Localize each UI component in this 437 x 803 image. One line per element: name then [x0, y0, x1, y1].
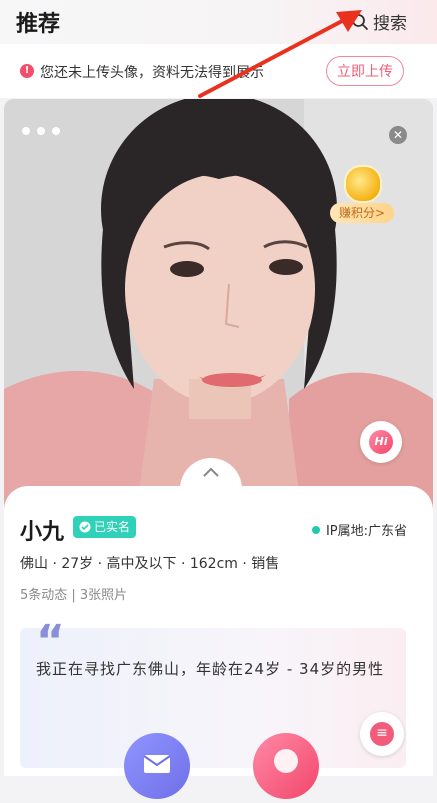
upload-now-button[interactable]: 立即上传: [326, 56, 404, 86]
avatar-notice-bar: ! 您还未上传头像，资料无法得到展示 立即上传: [0, 44, 437, 98]
message-button[interactable]: [124, 733, 190, 799]
notice-text: 您还未上传头像，资料无法得到展示: [40, 65, 264, 81]
top-bar: 推荐 搜索: [0, 0, 437, 44]
online-dot-icon: [311, 525, 320, 534]
close-icon[interactable]: ✕: [389, 126, 407, 144]
say-hi-button[interactable]: [253, 733, 319, 799]
mail-icon: [143, 755, 171, 773]
page-title: 推荐: [16, 12, 61, 37]
hi-button[interactable]: Hi: [360, 421, 402, 463]
intro-card: [20, 628, 406, 768]
ip-location-text: IP属地:广东省: [325, 524, 407, 539]
warning-icon: !: [20, 64, 34, 78]
search-button[interactable]: 搜索: [351, 9, 407, 34]
search-icon: [352, 13, 368, 30]
ip-location: IP属地:广东省: [311, 520, 407, 539]
profile-attributes: 佛山 · 27岁 · 高中及以下 · 162cm · 销售: [20, 556, 280, 572]
earn-points-button[interactable]: 赚积分>: [330, 203, 394, 223]
hi-icon: [274, 749, 298, 773]
verified-label: 已实名: [94, 520, 131, 534]
check-icon: [79, 521, 91, 533]
intro-text: 我正在寻找广东佛山，年龄在24岁 - 34岁的男性: [36, 660, 385, 678]
search-label: 搜索: [373, 14, 407, 34]
chat-icon: ≡: [370, 722, 394, 746]
chevron-up-icon: [203, 467, 219, 477]
profile-stats[interactable]: 5条动态 | 3张照片: [20, 584, 127, 603]
more-options-button[interactable]: [22, 127, 60, 135]
chat-button[interactable]: ≡: [360, 712, 404, 756]
coin-icon[interactable]: [344, 165, 382, 203]
verified-badge: 已实名: [73, 516, 137, 538]
profile-name: 小九: [20, 520, 65, 545]
hi-icon: Hi: [369, 430, 393, 454]
